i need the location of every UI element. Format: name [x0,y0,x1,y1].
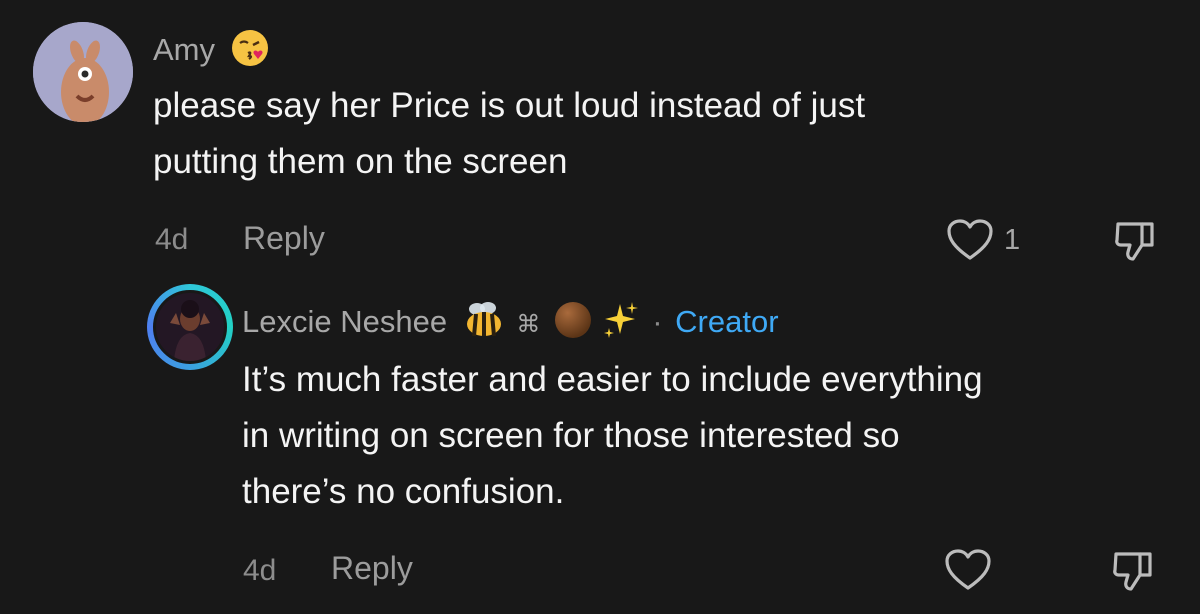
heart-outline-icon [947,219,993,260]
dislike-button[interactable] [1110,548,1156,599]
sparkles-emoji-icon [602,300,638,348]
avatar-ring[interactable] [147,284,233,370]
reply-button[interactable]: Reply [331,550,413,587]
like-count: 1 [1004,224,1021,256]
username-text: Lexcie Neshee [242,304,448,340]
comment-timestamp: 4d [155,223,189,256]
comment-text: It’s much faster and easier to include e… [242,360,983,511]
dislike-button[interactable] [1112,218,1158,269]
kiss-emoji-icon [230,28,270,76]
like-button[interactable] [944,548,992,597]
avatar[interactable] [33,22,133,122]
brown-circle-emoji-icon [553,300,593,348]
bee-emoji-icon [462,300,506,348]
avatar [153,290,227,364]
comment-timestamp: 4d [243,554,277,587]
name-symbol: ⌘ [516,311,541,339]
thumbs-down-icon [1115,222,1154,261]
comment-text: please say her Price is out loud instead… [153,86,866,181]
username-text: Amy [153,32,215,68]
avatar-image [33,22,133,122]
thumbs-down-icon [1113,552,1152,591]
avatar-image [156,293,224,361]
comment-username[interactable]: Amy [153,28,270,76]
creator-badge: Creator [675,304,779,340]
heart-outline-icon [945,549,991,590]
reply-button[interactable]: Reply [243,220,325,257]
like-button[interactable] [946,218,994,267]
separator-dot: · [652,304,663,340]
comment-username[interactable]: Lexcie Neshee ⌘ · Creator [242,300,779,348]
